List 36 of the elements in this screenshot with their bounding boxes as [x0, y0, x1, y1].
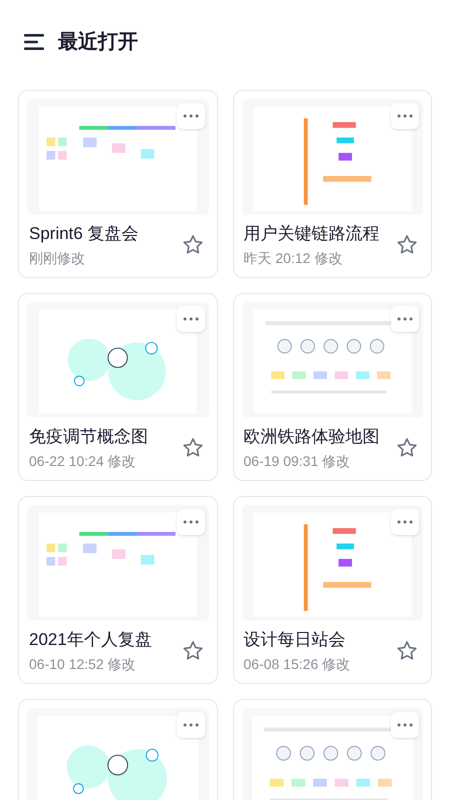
file-card[interactable]: 用户关键链路流程 昨天 20:12 修改 — [232, 90, 432, 278]
more-button[interactable] — [176, 509, 204, 535]
more-button[interactable] — [391, 712, 419, 738]
more-button[interactable] — [391, 509, 419, 535]
more-icon — [182, 520, 198, 524]
more-icon — [397, 317, 413, 321]
more-icon — [397, 723, 413, 727]
modified-time: 06-19 09:31 修改 — [244, 452, 352, 471]
file-card[interactable]: 设计每日站会 06-08 15:26 修改 — [232, 496, 432, 684]
more-button[interactable] — [391, 306, 419, 332]
page-title: 最近打开 — [58, 30, 138, 55]
file-title: 用户关键链路流程 — [244, 222, 380, 244]
more-icon — [182, 114, 198, 118]
modified-time: 06-10 12:52 修改 — [29, 655, 137, 674]
file-title: 欧洲铁路体验地图 — [244, 426, 380, 448]
modified-time: 刚刚修改 — [29, 249, 86, 268]
more-icon — [397, 520, 413, 524]
file-title: 免疫调节概念图 — [29, 426, 148, 448]
file-card[interactable]: 免疫调节概念图 06-22 10:24 修改 — [18, 293, 218, 481]
file-title: Sprint6 复盘会 — [29, 222, 139, 244]
more-button[interactable] — [176, 103, 204, 129]
menu-icon[interactable] — [24, 33, 44, 51]
more-button[interactable] — [176, 712, 204, 738]
more-icon — [182, 723, 198, 727]
modified-time: 06-22 10:24 修改 — [29, 452, 137, 471]
modified-time: 06-08 15:26 修改 — [244, 655, 350, 674]
modified-time: 昨天 20:12 修改 — [244, 249, 344, 268]
more-button[interactable] — [176, 306, 204, 332]
more-button[interactable] — [391, 103, 419, 129]
file-card[interactable]: Sprint6 复盘会 刚刚修改 — [18, 90, 218, 278]
file-card[interactable]: 2021年个人复盘 06-10 12:52 修改 — [18, 496, 218, 684]
file-title: 2021年个人复盘 — [29, 628, 152, 650]
more-icon — [397, 114, 413, 118]
more-icon — [182, 317, 198, 321]
file-card[interactable]: 欧洲铁路体验地图 06-19 09:31 修改 — [232, 293, 432, 481]
file-title: 设计每日站会 — [244, 628, 346, 650]
